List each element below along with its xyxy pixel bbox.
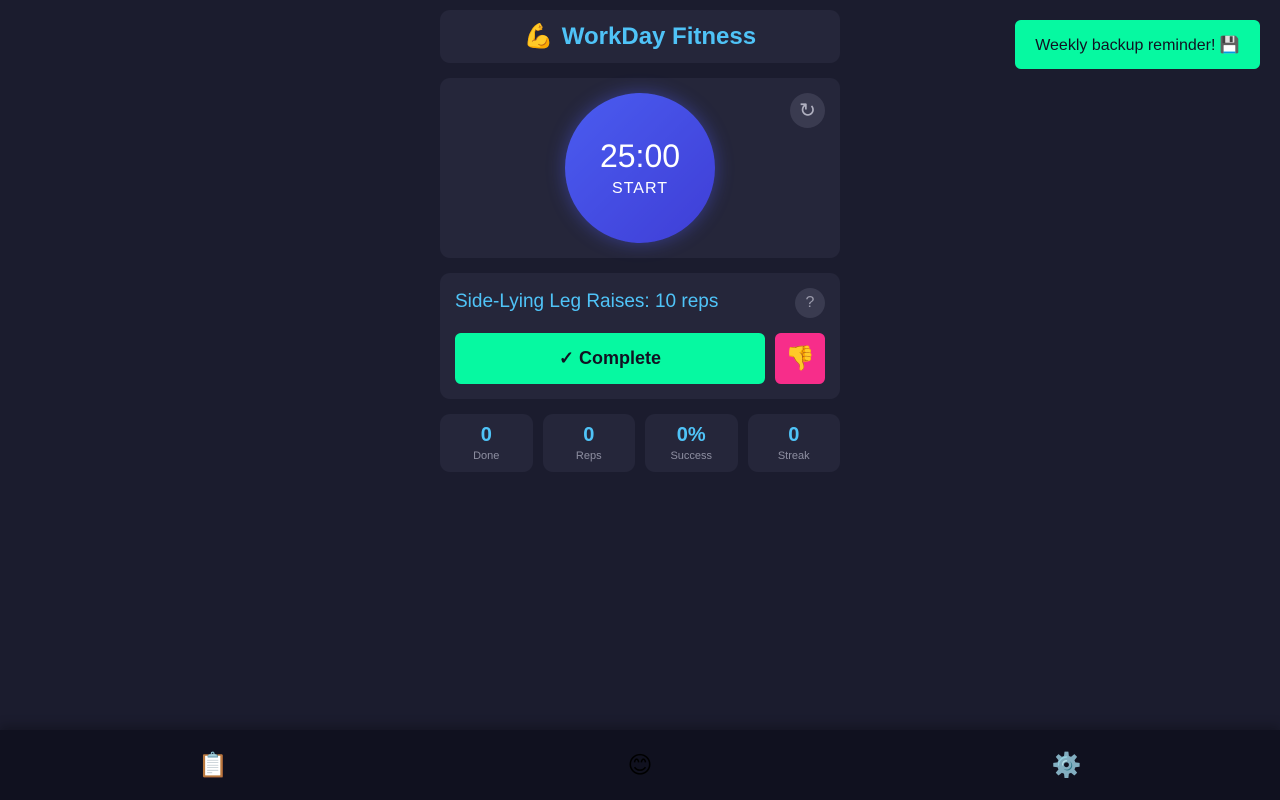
- stat-streak: 0 Streak: [747, 414, 840, 472]
- main-column: 💪 WorkDay Fitness 25:00 START ↻ Side-Lyi…: [440, 10, 840, 472]
- stat-value: 0: [788, 424, 800, 446]
- nav-item-mood[interactable]: 😊: [427, 730, 854, 800]
- toast-message: Weekly backup reminder! 💾: [1035, 36, 1240, 54]
- timer-display: 25:00: [599, 138, 681, 174]
- gear-icon: ⚙️: [1051, 751, 1082, 779]
- exercise-card: Side-Lying Leg Raises: 10 reps ? ✓ Compl…: [440, 273, 840, 399]
- timer-action-label: START: [612, 180, 668, 197]
- stat-label: Reps: [575, 450, 602, 462]
- nav-item-tasks[interactable]: 📋: [0, 730, 427, 800]
- stat-label: Done: [473, 450, 500, 462]
- dislike-button[interactable]: 👎: [775, 333, 825, 384]
- stats-row: 0 Done 0 Reps 0% Success 0 Streak: [440, 414, 840, 472]
- app-root: 💪 WorkDay Fitness 25:00 START ↻ Side-Lyi…: [0, 0, 1280, 800]
- question-mark-icon: ?: [805, 294, 815, 311]
- help-button[interactable]: ?: [795, 288, 825, 318]
- stat-label: Success: [670, 450, 713, 462]
- complete-button[interactable]: ✓ Complete: [455, 333, 765, 384]
- stat-value: 0: [480, 424, 492, 446]
- bottom-nav: 📋 😊 ⚙️: [0, 730, 1280, 800]
- backup-reminder-toast[interactable]: Weekly backup reminder! 💾: [1015, 20, 1260, 69]
- page-title: 💪 WorkDay Fitness: [524, 22, 756, 51]
- timer-start-button[interactable]: 25:00 START: [565, 93, 715, 243]
- stat-reps: 0 Reps: [542, 414, 635, 472]
- refresh-icon: ↻: [799, 100, 816, 122]
- clipboard-icon: 📋: [198, 751, 229, 779]
- app-header: 💪 WorkDay Fitness: [440, 10, 840, 63]
- stat-label: Streak: [777, 450, 810, 462]
- flexed-biceps-icon: 💪: [523, 23, 554, 50]
- timer-card: 25:00 START ↻: [440, 78, 840, 258]
- thumbs-down-icon: 👎: [785, 345, 815, 372]
- reset-button[interactable]: ↻: [790, 93, 825, 128]
- stat-value: 0: [583, 424, 595, 446]
- stat-success: 0% Success: [645, 414, 738, 472]
- nav-item-settings[interactable]: ⚙️: [853, 730, 1280, 800]
- stat-value: 0%: [676, 424, 706, 446]
- smiley-icon: 😊: [627, 751, 653, 779]
- stat-done: 0 Done: [440, 414, 533, 472]
- exercise-title: Side-Lying Leg Raises: 10 reps: [455, 291, 719, 312]
- app-title: WorkDay Fitness: [561, 22, 757, 50]
